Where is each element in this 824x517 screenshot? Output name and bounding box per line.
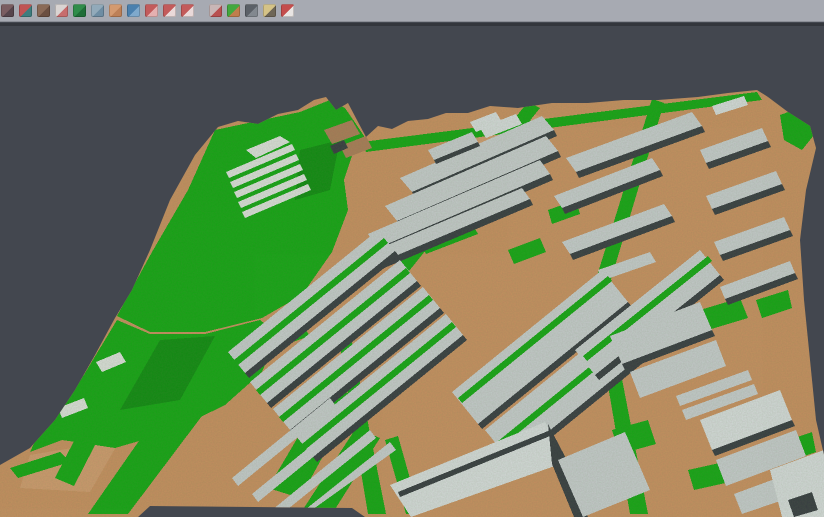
noise-overlay [0, 26, 824, 517]
building-class-icon[interactable] [91, 4, 104, 17]
vegetation-class-icon[interactable] [73, 4, 86, 17]
measure-area-icon[interactable] [263, 4, 276, 17]
flag-red-icon[interactable] [281, 4, 294, 17]
ground-class-icon[interactable] [109, 4, 122, 17]
edit-points-icon[interactable] [1, 4, 14, 17]
orbit-view-icon[interactable] [245, 4, 258, 17]
grid-points-icon[interactable] [209, 4, 222, 17]
point-classes-icon[interactable] [19, 4, 32, 17]
point-cloud-scene [0, 26, 824, 517]
rectangle-select-icon[interactable] [181, 4, 194, 17]
3d-viewport[interactable] [0, 26, 824, 517]
toolbar [0, 0, 824, 22]
classified-view-icon[interactable] [227, 4, 240, 17]
circle-select-icon[interactable] [163, 4, 176, 17]
application-window [0, 0, 824, 517]
terrain-mound-icon[interactable] [37, 4, 50, 17]
sparse-points-icon[interactable] [55, 4, 68, 17]
globe-icon[interactable] [127, 4, 140, 17]
profile-lines-icon[interactable] [145, 4, 158, 17]
